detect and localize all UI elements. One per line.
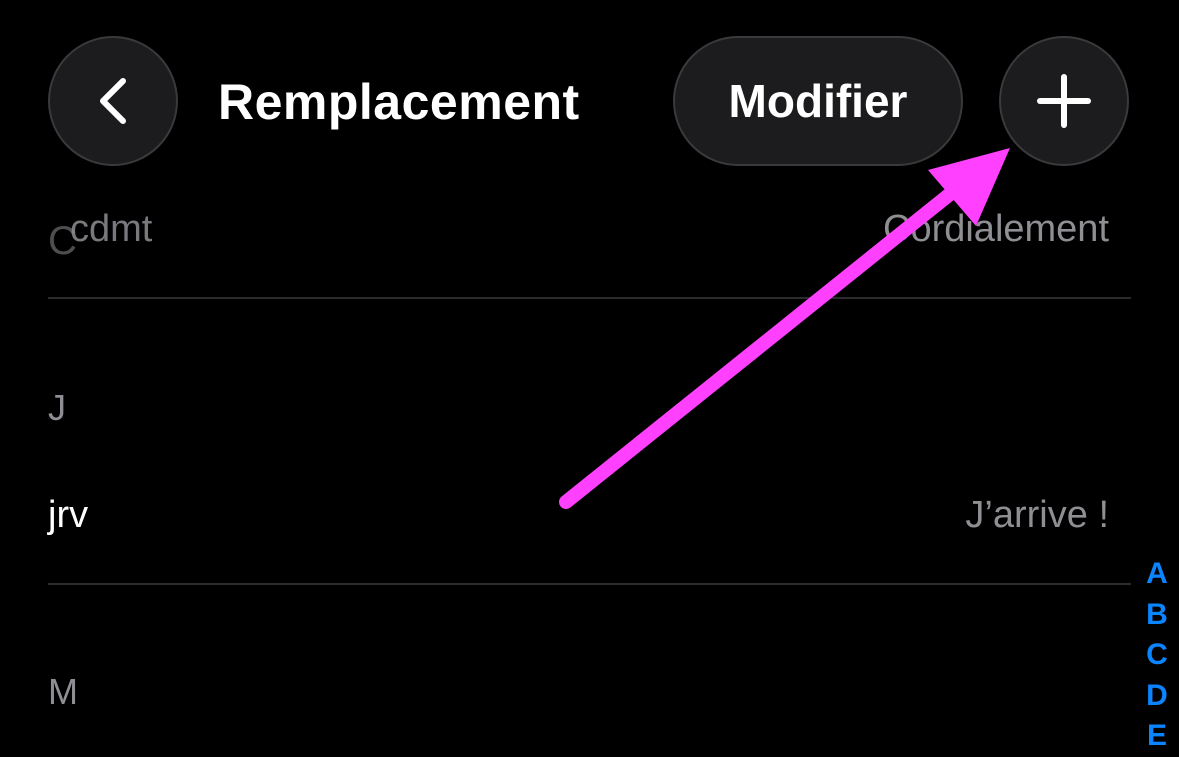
phrase-label[interactable]: Cordialement (883, 206, 1109, 252)
shortcut-label[interactable]: jrv (48, 492, 88, 538)
chevron-left-icon (100, 78, 126, 124)
section-letter-m: M (48, 671, 78, 712)
plus-icon (1037, 74, 1091, 128)
index-letter-c[interactable]: C (1146, 635, 1168, 676)
row-divider (48, 583, 1131, 585)
index-letter-e[interactable]: E (1147, 716, 1167, 757)
add-button[interactable] (999, 36, 1129, 166)
index-letter-d[interactable]: D (1146, 676, 1168, 717)
phrase-label[interactable]: J’arrive ! (965, 492, 1109, 538)
section-index-bar[interactable]: A B C D E (1140, 554, 1174, 757)
row-divider (48, 297, 1131, 299)
shortcut-label[interactable]: cdmt (70, 206, 152, 252)
page-title: Remplacement (218, 74, 580, 130)
index-letter-b[interactable]: B (1146, 595, 1168, 636)
edit-button[interactable]: Modifier (673, 36, 963, 166)
section-letter-j: J (48, 387, 66, 428)
back-button[interactable] (48, 36, 178, 166)
index-letter-a[interactable]: A (1146, 554, 1168, 595)
